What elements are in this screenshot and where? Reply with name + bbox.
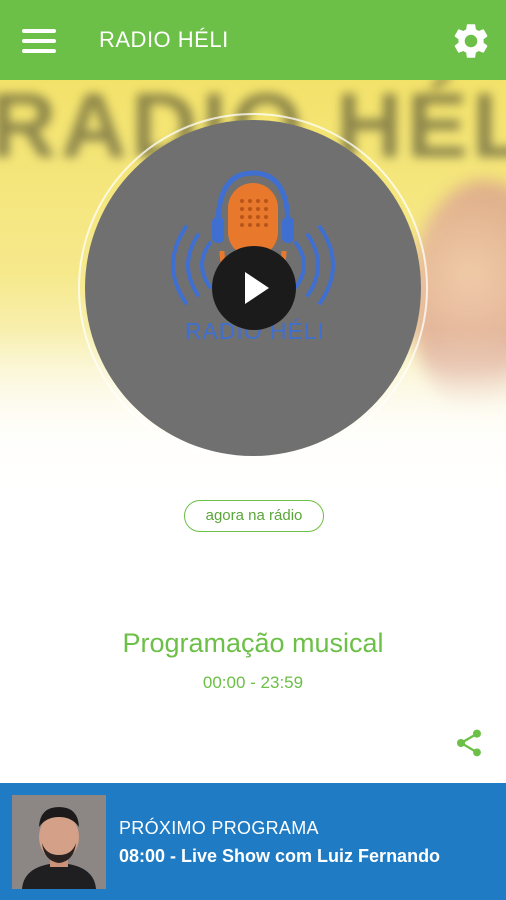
menu-icon xyxy=(22,29,56,33)
app-title: RADIO HÉLI xyxy=(99,27,229,52)
settings-button[interactable] xyxy=(450,20,492,62)
menu-icon xyxy=(22,39,56,43)
next-program-title: 08:00 - Live Show com Luiz Fernando xyxy=(119,846,441,866)
now-on-air-badge: agora na rádio xyxy=(184,500,324,532)
host-photo-thumbnail xyxy=(12,795,106,889)
play-button[interactable] xyxy=(212,246,296,330)
gear-icon xyxy=(454,24,488,58)
share-button[interactable] xyxy=(453,727,485,759)
next-program-label: PRÓXIMO PROGRAMA xyxy=(119,818,319,838)
current-program-name: Programação musical xyxy=(122,628,384,658)
host-photo xyxy=(12,795,106,889)
play-icon xyxy=(245,272,269,304)
next-program-bar[interactable]: PRÓXIMO PROGRAMA 08:00 - Live Show com L… xyxy=(0,783,506,900)
menu-button[interactable] xyxy=(22,29,56,53)
app-bar: RADIO HÉLI xyxy=(0,0,506,80)
menu-icon xyxy=(22,49,56,53)
share-icon xyxy=(457,729,481,757)
current-program-time: 00:00 - 23:59 xyxy=(202,673,304,692)
